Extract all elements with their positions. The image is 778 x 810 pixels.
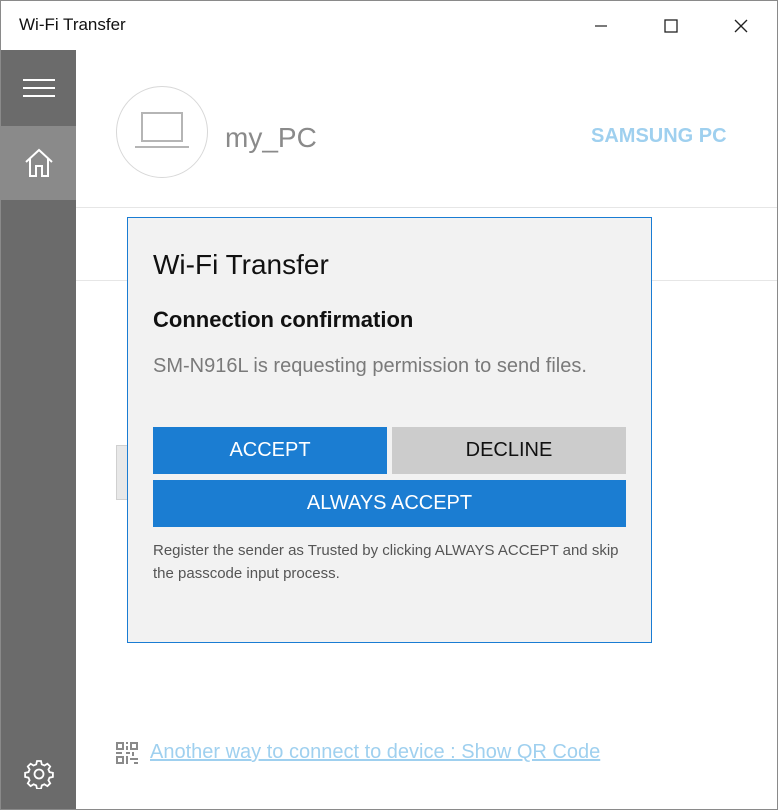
dialog-note: Register the sender as Trusted by clicki… — [153, 542, 619, 582]
qr-code-link-text[interactable]: Another way to connect to device : Show … — [150, 741, 600, 764]
sidebar-item-home[interactable] — [1, 126, 76, 200]
dialog-message: SM-N916L is requesting permission to sen… — [153, 355, 587, 377]
maximize-icon — [664, 18, 678, 33]
qr-code-icon — [116, 741, 138, 764]
minimize-button[interactable] — [578, 1, 624, 50]
maximize-button[interactable] — [648, 1, 694, 50]
title-bar[interactable]: Wi-Fi Transfer — [1, 1, 777, 50]
device-name: my_PC — [225, 122, 317, 153]
close-icon — [734, 19, 748, 32]
connection-dialog: Wi-Fi Transfer Connection confirmation S… — [127, 217, 652, 643]
app-window: Wi-Fi Transfer my_PC SAMSUNG PC Another … — [0, 0, 778, 810]
decline-button[interactable]: DECLINE — [392, 427, 626, 474]
qr-code-link[interactable]: Another way to connect to device : Show … — [116, 741, 600, 764]
hamburger-icon — [22, 79, 55, 97]
close-button[interactable] — [718, 1, 764, 50]
always-accept-button[interactable]: ALWAYS ACCEPT — [153, 480, 626, 527]
laptop-icon — [135, 112, 189, 148]
settings-button[interactable] — [1, 750, 76, 798]
device-type-label: SAMSUNG PC — [591, 125, 727, 147]
menu-button[interactable] — [1, 50, 76, 126]
window-title: Wi-Fi Transfer — [19, 15, 126, 34]
gear-icon — [23, 760, 54, 789]
sidebar — [1, 50, 76, 809]
dialog-title: Wi-Fi Transfer — [153, 249, 329, 280]
accept-button[interactable]: ACCEPT — [153, 427, 387, 474]
device-avatar — [116, 86, 208, 178]
minimize-icon — [595, 24, 607, 27]
divider — [76, 207, 777, 208]
dialog-heading: Connection confirmation — [153, 307, 414, 332]
home-icon — [24, 148, 53, 177]
